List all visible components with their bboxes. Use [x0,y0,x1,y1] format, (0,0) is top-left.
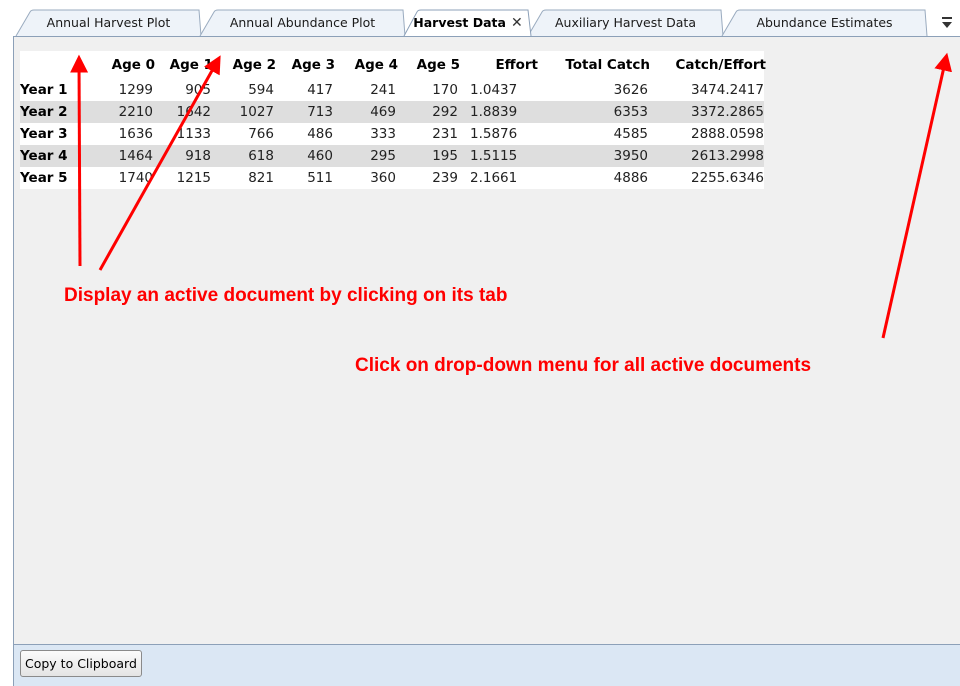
menu-hint-annotation: Click on drop-down menu for all active d… [355,355,812,376]
table-cell[interactable]: 417 [280,79,339,101]
table-cell[interactable]: 905 [159,79,217,101]
table-cell[interactable]: 918 [159,145,217,167]
table-row[interactable]: Year 4 1464 918 618 460 295 195 1.5115 3950 2613.… [20,145,764,167]
row-header[interactable]: Year 2 [20,101,91,123]
table-cell[interactable]: 766 [217,123,280,145]
tab-annual-harvest-plot[interactable]: Annual Harvest Plot [15,9,202,37]
table-cell[interactable]: 2.1661 [464,167,542,189]
tab-label: Annual Abundance Plot [229,15,376,30]
table-cell[interactable]: 2613.2998 [654,145,770,167]
table-cell[interactable]: 231 [402,123,464,145]
table-cell[interactable]: 3626 [542,79,654,101]
table-cell[interactable]: 2255.6346 [654,167,770,189]
table-cell[interactable]: 295 [339,145,402,167]
table-cell[interactable]: 1.8839 [464,101,542,123]
table-cell[interactable]: 460 [280,145,339,167]
copy-to-clipboard-button[interactable]: Copy to Clipboard [20,650,142,677]
harvest-data-grid: Age 0 Age 1 Age 2 Age 3 Age 4 Age 5 Effort Tota… [20,51,766,189]
dropdown-overflow-icon[interactable] [940,14,954,30]
table-cell[interactable]: 239 [402,167,464,189]
row-header[interactable]: Year 4 [20,145,91,167]
tab-auxiliary-harvest-data[interactable]: Auxiliary Harvest Data [527,9,724,37]
table-cell[interactable]: 1.5876 [464,123,542,145]
column-header[interactable]: Age 0 [91,51,159,79]
tab-harvest-data[interactable]: Harvest Data ✕ [403,9,532,37]
row-header[interactable]: Year 5 [20,167,91,189]
tab-hint-annotation: Display an active document by clicking o… [64,285,508,306]
table-cell[interactable]: 1133 [159,123,217,145]
tab-label: Auxiliary Harvest Data [555,15,696,30]
table-cell[interactable]: 1636 [91,123,159,145]
table-cell[interactable]: 713 [280,101,339,123]
table-cell[interactable]: 1027 [217,101,280,123]
table-cell[interactable]: 333 [339,123,402,145]
table-cell[interactable]: 2888.0598 [654,123,770,145]
column-header[interactable]: Catch/Effort [654,51,770,79]
row-header[interactable]: Year 3 [20,123,91,145]
column-header[interactable]: Age 3 [280,51,339,79]
table-cell[interactable]: 1.0437 [464,79,542,101]
table-cell[interactable]: 469 [339,101,402,123]
table-cell[interactable]: 241 [339,79,402,101]
table-cell[interactable]: 486 [280,123,339,145]
column-header[interactable]: Total Catch [542,51,654,79]
table-row[interactable]: Year 2 2210 1642 1027 713 469 292 1.8839 6353 337… [20,101,764,123]
grid-corner-cell[interactable] [20,51,91,79]
tab-annual-abundance-plot[interactable]: Annual Abundance Plot [199,9,406,37]
tab-label: Abundance Estimates [756,15,893,30]
table-cell[interactable]: 4585 [542,123,654,145]
column-header[interactable]: Age 1 [159,51,217,79]
tab-label: Annual Harvest Plot [46,15,171,30]
grid-header-row: Age 0 Age 1 Age 2 Age 3 Age 4 Age 5 Effort Tota… [20,51,766,79]
tab-label: Harvest Data [413,15,506,30]
document-tab-strip: Annual Harvest Plot Annual Abundance Plo… [0,0,960,40]
table-cell[interactable]: 511 [280,167,339,189]
table-cell[interactable]: 3474.2417 [654,79,770,101]
table-cell[interactable]: 1642 [159,101,217,123]
table-cell[interactable]: 1215 [159,167,217,189]
table-cell[interactable]: 170 [402,79,464,101]
table-cell[interactable]: 3372.2865 [654,101,770,123]
table-cell[interactable]: 6353 [542,101,654,123]
table-cell[interactable]: 1299 [91,79,159,101]
table-cell[interactable]: 594 [217,79,280,101]
table-cell[interactable]: 1740 [91,167,159,189]
tab-abundance-estimates[interactable]: Abundance Estimates [721,9,928,37]
table-row[interactable]: Year 5 1740 1215 821 511 360 239 2.1661 4886 2255… [20,167,764,189]
column-header[interactable]: Age 4 [339,51,402,79]
table-cell[interactable]: 195 [402,145,464,167]
close-icon[interactable]: ✕ [511,15,523,31]
table-cell[interactable]: 292 [402,101,464,123]
footer-bar: Copy to Clipboard [14,644,960,686]
column-header[interactable]: Age 2 [217,51,280,79]
table-cell[interactable]: 3950 [542,145,654,167]
table-cell[interactable]: 821 [217,167,280,189]
row-header[interactable]: Year 1 [20,79,91,101]
table-cell[interactable]: 360 [339,167,402,189]
table-row[interactable]: Year 3 1636 1133 766 486 333 231 1.5876 4585 2888… [20,123,764,145]
column-header[interactable]: Effort [464,51,542,79]
table-cell[interactable]: 4886 [542,167,654,189]
table-cell[interactable]: 1.5115 [464,145,542,167]
column-header[interactable]: Age 5 [402,51,464,79]
table-cell[interactable]: 2210 [91,101,159,123]
table-cell[interactable]: 1464 [91,145,159,167]
table-cell[interactable]: 618 [217,145,280,167]
table-row[interactable]: Year 1 1299 905 594 417 241 170 1.0437 3626 3474.… [20,79,764,101]
